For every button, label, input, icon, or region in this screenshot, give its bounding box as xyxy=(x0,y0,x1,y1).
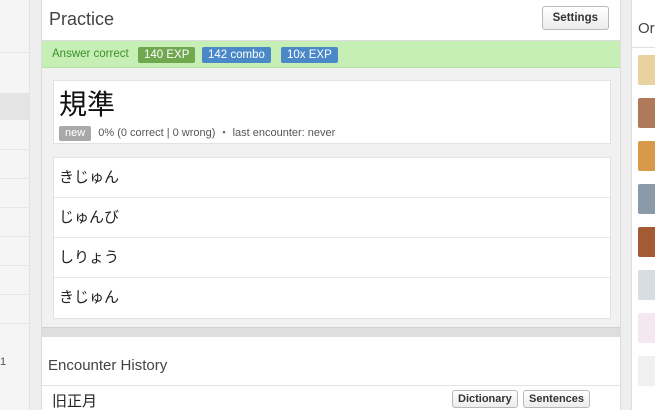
history-title: Encounter History xyxy=(48,357,168,374)
sidebar-divider xyxy=(0,323,30,324)
sidebar-count: 1 xyxy=(0,356,7,368)
question-kanji: 規準 xyxy=(59,88,116,121)
sidebar-divider xyxy=(0,149,30,150)
answer-option[interactable]: きじゅん xyxy=(54,158,610,198)
user-avatar-icon[interactable] xyxy=(638,184,655,214)
left-sidebar: 1 xyxy=(0,0,30,410)
result-message: Answer correct xyxy=(52,48,129,60)
user-avatar-icon[interactable] xyxy=(638,98,655,128)
dictionary-button[interactable]: Dictionary xyxy=(452,390,518,408)
answer-option[interactable]: じゅんび xyxy=(54,198,610,238)
section-divider xyxy=(42,327,620,337)
sidebar-divider xyxy=(0,52,30,53)
accuracy-stats: 0% (0 correct | 0 wrong) xyxy=(98,127,216,139)
answer-list: きじゅん じゅんび しりょう きじゅん xyxy=(53,157,611,319)
user-avatar-icon[interactable] xyxy=(638,141,655,171)
practice-panel: Practice Settings Answer correct 140 EXP… xyxy=(41,0,621,410)
online-divider xyxy=(632,47,655,48)
multiplier-badge: 10x EXP xyxy=(281,47,338,63)
sidebar-selected-row[interactable] xyxy=(0,93,30,120)
combo-badge: 142 combo xyxy=(202,47,271,63)
user-avatar-icon[interactable] xyxy=(638,227,655,257)
sidebar-divider xyxy=(0,178,30,179)
history-word: 旧正月 xyxy=(52,392,98,410)
settings-button[interactable]: Settings xyxy=(541,6,609,30)
last-encounter: last encounter: never xyxy=(232,127,336,139)
online-panel: Or xyxy=(631,0,655,410)
sidebar-divider xyxy=(0,207,30,208)
history-row: 旧正月 Dictionary Sentences xyxy=(42,385,620,410)
exp-badge: 140 EXP xyxy=(138,47,196,63)
question-card: 規準 new 0% (0 correct | 0 wrong) ・ last e… xyxy=(53,80,611,144)
encounter-history: Encounter History 旧正月 Dictionary Sentenc… xyxy=(42,337,620,410)
answer-option[interactable]: しりょう xyxy=(54,238,610,278)
question-stats: new 0% (0 correct | 0 wrong) ・ last enco… xyxy=(59,124,335,141)
user-avatar-icon[interactable] xyxy=(638,270,655,300)
page-title: Practice xyxy=(49,9,115,29)
answer-option[interactable]: きじゅん xyxy=(54,278,610,318)
sidebar-divider xyxy=(0,294,30,295)
user-avatar-icon[interactable] xyxy=(638,313,655,343)
stats-separator: ・ xyxy=(218,127,230,139)
sidebar-divider xyxy=(0,265,30,266)
online-title: Or xyxy=(638,20,655,37)
status-badge: new xyxy=(59,126,92,141)
user-avatar-icon[interactable] xyxy=(638,356,655,386)
sidebar-divider xyxy=(0,236,30,237)
sentences-button[interactable]: Sentences xyxy=(523,390,591,408)
practice-header: Practice Settings xyxy=(42,0,620,41)
answer-result-bar: Answer correct 140 EXP 142 combo 10x EXP xyxy=(42,41,620,68)
user-avatar-icon[interactable] xyxy=(638,55,655,85)
